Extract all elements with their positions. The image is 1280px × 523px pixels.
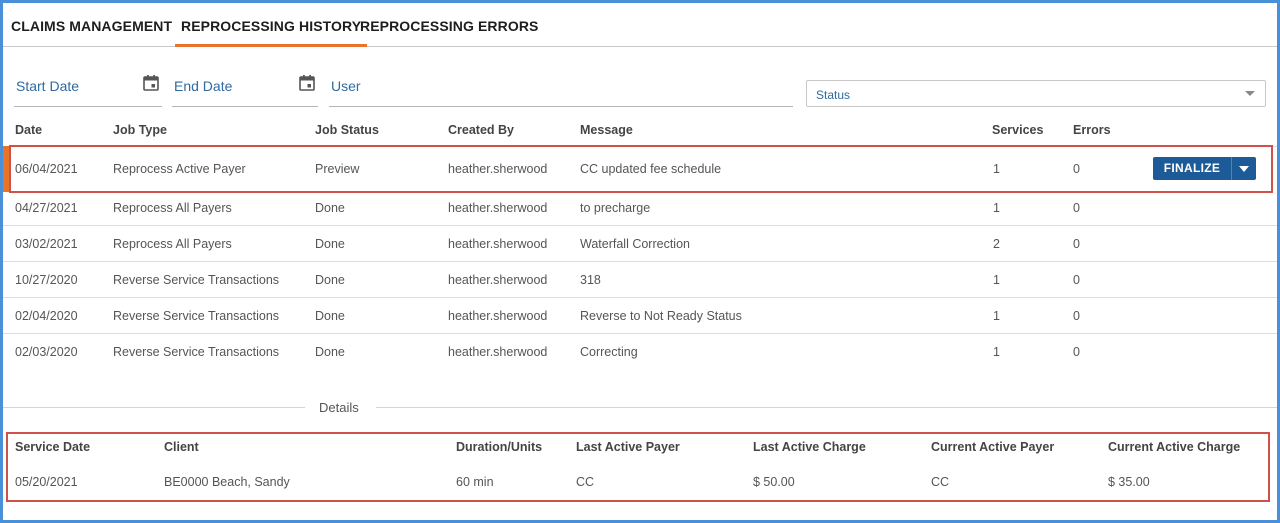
cell-job-type: Reverse Service Transactions — [113, 309, 280, 323]
start-date-label: Start Date — [16, 78, 80, 94]
column-header-date[interactable]: Date — [15, 123, 42, 137]
cell-job-type: Reverse Service Transactions — [113, 273, 280, 287]
cell-errors: 0 — [1073, 237, 1080, 251]
user-label: User — [331, 78, 361, 94]
details-divider-left — [3, 407, 305, 408]
details-divider-right — [376, 407, 1277, 408]
cell-job-type: Reverse Service Transactions — [113, 345, 280, 359]
column-header-job-status[interactable]: Job Status — [315, 123, 379, 137]
table-row[interactable]: 10/27/2020 Reverse Service Transactions … — [3, 262, 1277, 298]
tab-bar: CLAIMS MANAGEMENT REPROCESSING HISTORY R… — [3, 3, 1277, 47]
table-row[interactable]: 04/27/2021 Reprocess All Payers Done hea… — [3, 190, 1277, 226]
cell-message: 318 — [580, 273, 601, 287]
cell-job-status: Done — [315, 273, 345, 287]
cell-services: 1 — [993, 273, 1000, 287]
highlight-box-details — [6, 432, 1270, 502]
cell-date: 02/03/2020 — [15, 345, 78, 359]
start-date-field[interactable]: Start Date — [14, 66, 162, 107]
cell-message: Correcting — [580, 345, 638, 359]
cell-created-by: heather.sherwood — [448, 345, 548, 359]
highlight-box-selected-row — [9, 145, 1273, 193]
cell-date: 02/04/2020 — [15, 309, 78, 323]
cell-job-status: Done — [315, 237, 345, 251]
tab-reprocessing-history[interactable]: REPROCESSING HISTORY — [175, 3, 368, 47]
column-header-services[interactable]: Services — [992, 123, 1043, 137]
cell-job-type: Reprocess All Payers — [113, 237, 232, 251]
cell-errors: 0 — [1073, 309, 1080, 323]
cell-job-status: Done — [315, 309, 345, 323]
tab-reprocessing-errors[interactable]: REPROCESSING ERRORS — [360, 3, 539, 47]
cell-errors: 0 — [1073, 345, 1080, 359]
column-header-message[interactable]: Message — [580, 123, 633, 137]
details-title: Details — [319, 400, 359, 415]
cell-services: 1 — [993, 309, 1000, 323]
cell-created-by: heather.sherwood — [448, 309, 548, 323]
chevron-down-icon — [1245, 91, 1255, 96]
cell-job-status: Done — [315, 201, 345, 215]
status-placeholder: Status — [816, 88, 851, 102]
user-field[interactable]: User — [329, 66, 793, 107]
calendar-icon[interactable] — [298, 74, 316, 92]
cell-message: Waterfall Correction — [580, 237, 690, 251]
cell-services: 1 — [993, 201, 1000, 215]
cell-services: 1 — [993, 345, 1000, 359]
cell-errors: 0 — [1073, 201, 1080, 215]
table-row[interactable]: 02/03/2020 Reverse Service Transactions … — [3, 334, 1277, 370]
cell-date: 03/02/2021 — [15, 237, 78, 251]
cell-created-by: heather.sherwood — [448, 273, 548, 287]
cell-date: 10/27/2020 — [15, 273, 78, 287]
column-header-errors[interactable]: Errors — [1073, 123, 1111, 137]
end-date-label: End Date — [174, 78, 233, 94]
column-header-job-type[interactable]: Job Type — [113, 123, 167, 137]
cell-message: to precharge — [580, 201, 651, 215]
end-date-field[interactable]: End Date — [172, 66, 318, 107]
column-header-created-by[interactable]: Created By — [448, 123, 514, 137]
cell-services: 2 — [993, 237, 1000, 251]
cell-created-by: heather.sherwood — [448, 201, 548, 215]
cell-created-by: heather.sherwood — [448, 237, 548, 251]
calendar-icon[interactable] — [142, 74, 160, 92]
tab-claims-management[interactable]: CLAIMS MANAGEMENT — [11, 3, 172, 47]
cell-message: Reverse to Not Ready Status — [580, 309, 742, 323]
cell-date: 04/27/2021 — [15, 201, 78, 215]
status-select[interactable]: Status — [806, 80, 1266, 107]
table-row[interactable]: 03/02/2021 Reprocess All Payers Done hea… — [3, 226, 1277, 262]
table-row[interactable]: 02/04/2020 Reverse Service Transactions … — [3, 298, 1277, 334]
cell-errors: 0 — [1073, 273, 1080, 287]
cell-job-status: Done — [315, 345, 345, 359]
cell-job-type: Reprocess All Payers — [113, 201, 232, 215]
